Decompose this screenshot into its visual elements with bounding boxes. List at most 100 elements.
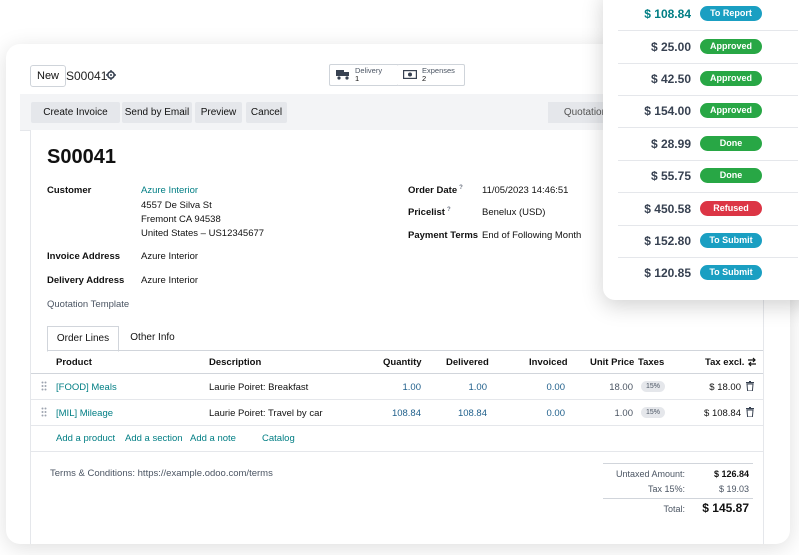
- untaxed-label: Untaxed Amount:: [615, 469, 685, 479]
- pricelist-label: Pricelist?: [408, 207, 451, 219]
- col-description[interactable]: Description: [209, 357, 261, 368]
- delivery-address-field[interactable]: Azure Interior: [141, 275, 198, 286]
- terms-and-conditions[interactable]: Terms & Conditions: https://example.odoo…: [50, 468, 273, 479]
- help-icon[interactable]: ?: [459, 185, 463, 191]
- expenses-count: 2: [422, 74, 427, 83]
- tax-row: Tax 15%: $ 19.03: [603, 484, 753, 499]
- expense-amount: $ 152.80: [644, 234, 691, 248]
- expenses-panel: $ 108.84 To Report $ 25.00 Approved $ 42…: [603, 0, 799, 300]
- expense-row[interactable]: $ 120.85 To Submit: [618, 257, 798, 289]
- expense-amount: $ 108.84: [644, 7, 691, 21]
- col-invoiced[interactable]: Invoiced: [529, 357, 568, 368]
- pricelist-field[interactable]: Benelux (USD): [482, 207, 545, 218]
- delivery-address-label: Delivery Address: [47, 275, 125, 286]
- row-description[interactable]: Laurie Poiret: Breakfast: [209, 382, 308, 393]
- expense-amount: $ 55.75: [650, 169, 691, 183]
- col-taxes[interactable]: Taxes: [638, 357, 664, 368]
- send-by-email-button[interactable]: Send by Email: [122, 102, 192, 123]
- table-row[interactable]: [MIL] Mileage Laurie Poiret: Travel by c…: [31, 399, 763, 426]
- page-title: S00041: [47, 146, 116, 168]
- order-date-field[interactable]: 11/05/2023 14:46:51: [482, 185, 568, 196]
- drag-handle-icon[interactable]: [41, 407, 47, 417]
- col-tax-excl[interactable]: Tax excl.: [705, 357, 744, 368]
- row-tax-excl: $ 108.84: [704, 408, 741, 419]
- add-product-link[interactable]: Add a product: [56, 433, 115, 444]
- status-badge: Approved: [700, 39, 762, 54]
- row-product[interactable]: [FOOD] Meals: [56, 382, 117, 393]
- status-badge: Approved: [700, 71, 762, 86]
- col-delivered[interactable]: Delivered: [446, 357, 489, 368]
- add-section-link[interactable]: Add a section: [125, 433, 183, 444]
- truck-icon: [336, 70, 349, 80]
- cancel-button[interactable]: Cancel: [246, 102, 287, 123]
- expense-amount: $ 42.50: [650, 72, 691, 86]
- invoice-address-field[interactable]: Azure Interior: [141, 251, 198, 262]
- row-invoiced: 0.00: [546, 382, 566, 393]
- table-row[interactable]: [FOOD] Meals Laurie Poiret: Breakfast 1.…: [31, 373, 763, 400]
- gear-icon[interactable]: [106, 70, 116, 80]
- row-delivered[interactable]: 108.84: [458, 408, 487, 419]
- new-button[interactable]: New: [30, 65, 67, 87]
- expense-amount: $ 450.58: [644, 202, 691, 216]
- total-label: Total:: [663, 504, 685, 514]
- tax-badge[interactable]: 15%: [641, 381, 666, 392]
- expense-row[interactable]: $ 42.50 Approved: [618, 63, 798, 96]
- status-badge: Done: [700, 136, 762, 151]
- order-lines-header: Product Description Quantity Delivered I…: [31, 351, 763, 374]
- tax-badge[interactable]: 15%: [641, 407, 666, 418]
- payment-terms-field[interactable]: End of Following Month: [482, 230, 581, 241]
- status-badge: Approved: [700, 103, 762, 118]
- customer-field[interactable]: Azure Interior: [141, 185, 198, 196]
- tab-other-info[interactable]: Other Info: [120, 326, 185, 350]
- trash-icon[interactable]: [746, 407, 754, 417]
- tax-label: Tax 15%:: [647, 484, 685, 494]
- row-unit-price[interactable]: 1.00: [615, 408, 634, 419]
- total-row: Total: $ 145.87: [603, 498, 753, 519]
- total-value: $ 145.87: [702, 501, 749, 515]
- expense-row[interactable]: $ 55.75 Done: [618, 160, 798, 193]
- preview-button[interactable]: Preview: [195, 102, 242, 123]
- row-description[interactable]: Laurie Poiret: Travel by car: [209, 408, 323, 419]
- expense-row[interactable]: $ 154.00 Approved: [618, 95, 798, 128]
- money-icon: [403, 70, 417, 80]
- expense-row[interactable]: $ 152.80 To Submit: [618, 225, 798, 258]
- help-icon[interactable]: ?: [447, 207, 451, 213]
- untaxed-value: $ 126.84: [713, 469, 749, 479]
- row-delivered[interactable]: 1.00: [469, 382, 488, 393]
- address-line: Fremont CA 94538: [141, 214, 221, 225]
- tab-order-lines[interactable]: Order Lines: [47, 326, 119, 352]
- catalog-link[interactable]: Catalog: [262, 433, 295, 444]
- trash-icon[interactable]: [746, 381, 754, 391]
- col-quantity[interactable]: Quantity: [383, 357, 422, 368]
- expense-row[interactable]: $ 108.84 To Report: [618, 0, 798, 31]
- add-note-link[interactable]: Add a note: [190, 433, 236, 444]
- customer-label: Customer: [47, 185, 92, 196]
- expense-row[interactable]: $ 28.99 Done: [618, 128, 798, 161]
- delivery-count: 1: [355, 74, 360, 83]
- totals-summary: Untaxed Amount: $ 126.84 Tax 15%: $ 19.0…: [603, 463, 753, 515]
- create-invoice-button[interactable]: Create Invoice: [31, 102, 120, 123]
- row-unit-price[interactable]: 18.00: [609, 382, 633, 393]
- col-unit-price[interactable]: Unit Price: [590, 357, 634, 368]
- row-product[interactable]: [MIL] Mileage: [56, 408, 113, 419]
- expense-amount: $ 154.00: [644, 104, 691, 118]
- row-invoiced: 0.00: [546, 408, 566, 419]
- status-badge: To Submit: [700, 233, 762, 248]
- column-settings-icon[interactable]: [747, 357, 757, 367]
- expense-row[interactable]: $ 450.58 Refused: [618, 193, 798, 226]
- expense-amount: $ 120.85: [644, 266, 691, 280]
- status-badge: To Report: [700, 6, 762, 21]
- drag-handle-icon[interactable]: [41, 381, 47, 391]
- status-badge: Refused: [700, 201, 762, 216]
- status-badge: Done: [700, 168, 762, 183]
- expenses-smart-button[interactable]: Expenses 2: [397, 64, 465, 86]
- invoice-address-label: Invoice Address: [47, 251, 121, 262]
- quotation-template-label: Quotation Template: [47, 299, 130, 310]
- row-quantity[interactable]: 1.00: [403, 382, 422, 393]
- delivery-smart-button[interactable]: Delivery 1: [329, 64, 399, 86]
- expenses-label: Expenses: [422, 66, 455, 75]
- expense-row[interactable]: $ 25.00 Approved: [618, 31, 798, 64]
- delivery-label: Delivery: [355, 66, 383, 75]
- col-product[interactable]: Product: [56, 357, 92, 368]
- row-quantity[interactable]: 108.84: [392, 408, 421, 419]
